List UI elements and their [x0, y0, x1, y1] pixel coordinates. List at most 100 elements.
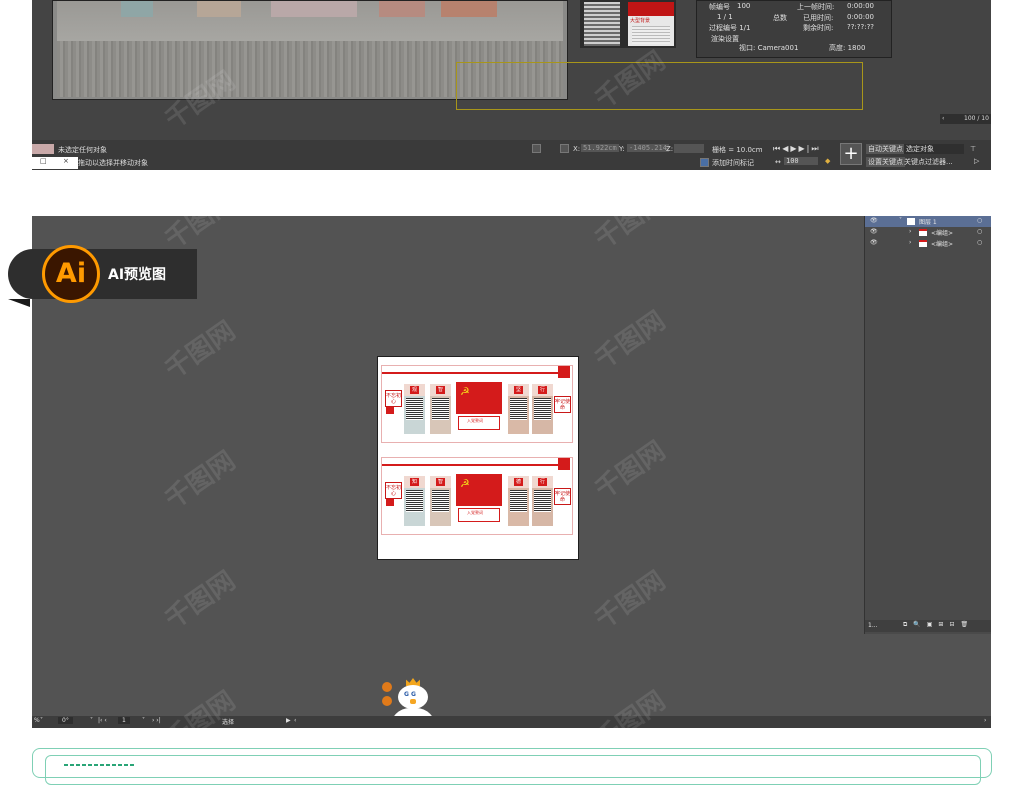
- chevron-left-icon[interactable]: ‹: [942, 115, 944, 122]
- left-slogan-box: 不忘初心: [385, 390, 402, 407]
- info-panel: 坚: [508, 384, 529, 434]
- elapsed-time-label: 已用时间:: [803, 14, 834, 22]
- info-panel: 智: [430, 476, 451, 526]
- add-time-tag[interactable]: 添加时间标记: [712, 158, 754, 168]
- mascot-badge: [382, 696, 392, 706]
- lock-selection-icon[interactable]: [532, 144, 541, 153]
- layer-row[interactable]: 👁 › <编组> ○: [865, 227, 991, 238]
- ai-preview-badge: [8, 249, 197, 299]
- layer-thumbnail: [907, 218, 915, 225]
- play-small-icon[interactable]: ▷: [974, 157, 979, 165]
- oath-caption: 入党誓词: [458, 416, 500, 430]
- last-frame-time-label: 上一帧时间:: [797, 3, 835, 11]
- layer-action-icons[interactable]: ⧉🔍▣⊞⊟🗑: [903, 621, 974, 629]
- thumbnail-caption: 大型背景: [630, 18, 651, 24]
- frame-slider[interactable]: ‹ 100 / 10: [940, 114, 991, 124]
- layers-panel-footer: 1... ⧉🔍▣⊞⊟🗑: [865, 620, 991, 632]
- checkbox-icon[interactable]: □: [40, 157, 47, 165]
- total-label: 总数: [773, 14, 787, 22]
- grid-size: 栅格 = 10.0cm: [712, 146, 763, 154]
- thumbnail-text: [584, 2, 620, 46]
- eye-icon[interactable]: 👁: [870, 239, 878, 246]
- dotted-header: [64, 764, 136, 766]
- maxscript-listener[interactable]: □ ×: [32, 157, 78, 169]
- ai-preview-label: AI预览图: [108, 267, 167, 283]
- top-red-line: [382, 464, 568, 466]
- last-frame-time-value: 0:00:00: [847, 2, 874, 10]
- artboard-index-field[interactable]: 1: [118, 717, 130, 724]
- chevron-down-icon[interactable]: ˅: [142, 717, 145, 724]
- left-slogan-box: 不忘初心: [385, 482, 402, 499]
- chevron-right-icon[interactable]: ›: [909, 228, 911, 235]
- top-red-line: [382, 372, 568, 374]
- rotation-field[interactable]: 0°: [58, 717, 73, 724]
- z-label: Z:: [666, 145, 674, 153]
- panel-title: 观: [410, 386, 419, 394]
- current-frame-field[interactable]: 100: [784, 157, 818, 165]
- eye-icon[interactable]: 👁: [870, 217, 878, 224]
- group-name[interactable]: <编组>: [931, 239, 953, 248]
- panel-text: [406, 490, 423, 512]
- wall-image: [441, 1, 497, 17]
- panel-title: 行: [538, 386, 547, 394]
- chevron-down-icon[interactable]: ˅: [90, 717, 93, 724]
- current-tool: 选择: [222, 719, 235, 726]
- close-icon[interactable]: ×: [63, 157, 69, 165]
- key-mode-icon[interactable]: ◆: [825, 157, 830, 165]
- set-key-button[interactable]: 设置关键点: [866, 157, 905, 167]
- corner-square: [386, 406, 394, 414]
- time-tag-icon[interactable]: [700, 158, 709, 167]
- chevron-down-icon[interactable]: ˅: [899, 217, 902, 224]
- thumbnail-red-header: [628, 2, 674, 16]
- panel-title: 智: [436, 478, 445, 486]
- mascot-eyes: G G: [404, 691, 416, 698]
- group-name[interactable]: <编组>: [931, 228, 953, 237]
- time-config-icon[interactable]: ↔: [775, 158, 781, 166]
- y-coordinate-field[interactable]: -1405.214: [627, 144, 669, 152]
- target-circle-icon[interactable]: ○: [977, 228, 982, 235]
- chevron-right-icon[interactable]: ›: [909, 239, 911, 246]
- artboard-nav-next-icon[interactable]: › ›|: [152, 717, 161, 724]
- panel-title: 智: [436, 386, 445, 394]
- mascot-head: G G: [398, 685, 428, 709]
- layer-name[interactable]: 图层 1: [919, 217, 937, 226]
- zoom-field[interactable]: %: [34, 717, 40, 724]
- selection-status: 未选定任何对象: [58, 146, 107, 154]
- playback-controls[interactable]: ⏮◀▶▶|⏭: [773, 144, 821, 154]
- panel-text: [432, 490, 449, 512]
- process-label: 过程编号 1/1: [709, 24, 751, 32]
- chevron-right-icon[interactable]: ›: [984, 717, 986, 724]
- oath-title: 入党誓词: [467, 418, 483, 423]
- selected-objects-dropdown[interactable]: 选定对象: [904, 144, 964, 154]
- artboard-nav-prev-icon[interactable]: |‹ ‹: [98, 717, 107, 724]
- prompt-hint: 拖动以选择并移动对象: [78, 159, 148, 167]
- group-thumbnail: [919, 229, 927, 236]
- chevron-down-icon[interactable]: ˅: [40, 717, 43, 724]
- key-filters-button[interactable]: 关键点过滤器...: [904, 157, 953, 167]
- play-icon[interactable]: ▶: [286, 717, 291, 724]
- bottom-info-card: [32, 748, 992, 785]
- party-emblem-panel: ☭: [456, 474, 502, 506]
- right-slogan-box: 牢记使命: [554, 396, 571, 413]
- artboard[interactable]: 不忘初心 牢记使命 观 智 ☭ 入党誓词 坚 行 不忘初心 牢记使命 知 智 ☭…: [377, 356, 579, 560]
- wall-image: [271, 1, 357, 17]
- info-panel: 行: [532, 476, 553, 526]
- target-circle-icon[interactable]: ○: [977, 217, 982, 224]
- target-circle-icon[interactable]: ○: [977, 239, 982, 246]
- auto-key-button[interactable]: 自动关键点: [866, 144, 905, 154]
- absolute-mode-icon[interactable]: [560, 144, 569, 153]
- thumbnail-body: [632, 26, 670, 44]
- panel-text: [406, 398, 423, 420]
- status-bar: 未选定任何对象 □ × 拖动以选择并移动对象 X: 51.922cm Y: -1…: [32, 140, 991, 170]
- eye-icon[interactable]: 👁: [870, 228, 878, 235]
- gizmo-icon[interactable]: ⊤: [970, 145, 976, 153]
- set-key-big-icon[interactable]: +: [840, 143, 862, 165]
- chevron-left-icon[interactable]: ‹: [294, 717, 296, 724]
- layer-row[interactable]: 👁 › <编组> ○: [865, 238, 991, 249]
- z-coordinate-field[interactable]: [674, 144, 704, 153]
- layer-row[interactable]: 👁 ˅ 图层 1 ○: [865, 216, 991, 227]
- panel-text: [534, 398, 551, 420]
- panel-title: 知: [410, 478, 419, 486]
- x-coordinate-field[interactable]: 51.922cm: [581, 144, 619, 152]
- frame-value: 100: [737, 2, 751, 10]
